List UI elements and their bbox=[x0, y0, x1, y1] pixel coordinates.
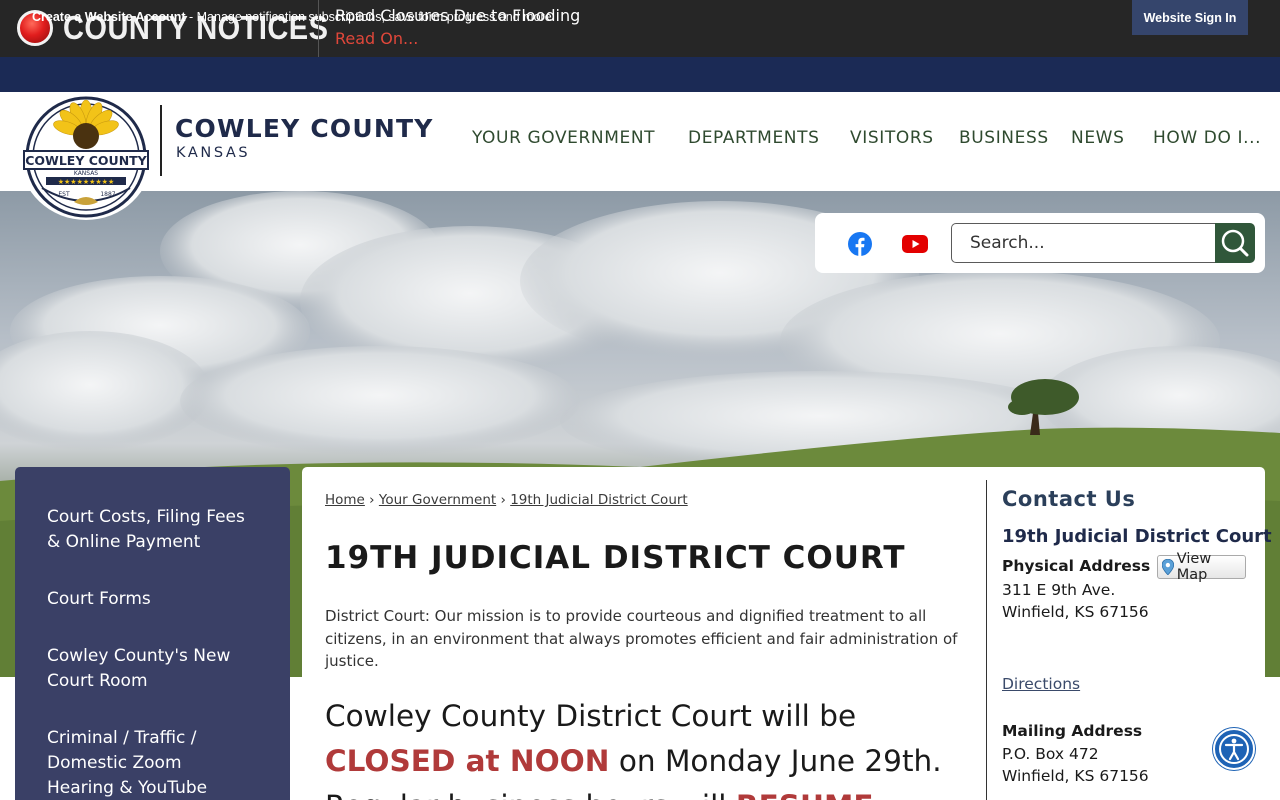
svg-text:★★★★★★★★★: ★★★★★★★★★ bbox=[58, 178, 114, 186]
physical-address-line2: Winfield, KS 67156 bbox=[1002, 603, 1149, 621]
sidebar-item-zoom-hearing[interactable]: Criminal / Traffic / Domestic Zoom Heari… bbox=[47, 726, 222, 800]
seal-state-text: KANSAS bbox=[74, 170, 98, 177]
nav-how-do-i[interactable]: HOW DO I... bbox=[1153, 128, 1261, 148]
breadcrumb-home[interactable]: Home bbox=[325, 492, 365, 508]
breadcrumb-separator: › bbox=[500, 492, 506, 508]
view-map-button[interactable]: View Map bbox=[1157, 551, 1246, 583]
logo-divider bbox=[160, 105, 162, 176]
nav-visitors[interactable]: VISITORS bbox=[850, 128, 934, 148]
physical-address-label: Physical Address bbox=[1002, 557, 1151, 575]
mailing-address-line1: P.O. Box 472 bbox=[1002, 745, 1099, 763]
announcement-line2: on Monday June 29th. bbox=[609, 744, 942, 778]
brand-subtitle: KANSAS bbox=[176, 145, 251, 161]
physical-address-line1: 311 E 9th Ave. bbox=[1002, 581, 1116, 599]
mailing-address-label: Mailing Address bbox=[1002, 722, 1143, 740]
youtube-icon[interactable] bbox=[902, 235, 928, 253]
website-sign-in-button[interactable]: Website Sign In bbox=[1132, 0, 1248, 35]
announcement-resume-highlight: RESUME bbox=[736, 789, 874, 800]
contact-us-heading: Contact Us bbox=[1002, 487, 1136, 511]
account-bar bbox=[0, 57, 1280, 92]
breadcrumb: Home › Your Government › 19th Judicial D… bbox=[325, 492, 688, 508]
search-button[interactable] bbox=[1215, 223, 1255, 263]
facebook-icon[interactable] bbox=[848, 232, 872, 256]
page-title: 19TH JUDICIAL DISTRICT COURT bbox=[325, 540, 906, 576]
nav-your-government[interactable]: YOUR GOVERNMENT bbox=[472, 128, 655, 148]
sidebar-item-court-costs[interactable]: Court Costs, Filing Fees & Online Paymen… bbox=[47, 505, 262, 555]
nav-business[interactable]: BUSINESS bbox=[959, 128, 1049, 148]
county-seal-logo[interactable]: COWLEY COUNTY KANSAS ★★★★★★★★★ EST 1887 bbox=[20, 94, 152, 220]
accessibility-button[interactable] bbox=[1213, 728, 1255, 770]
brand-name[interactable]: COWLEY COUNTY bbox=[175, 114, 434, 143]
create-account-link[interactable]: Create a Website Account bbox=[32, 10, 186, 24]
account-bar-description: - Manage notification subscriptions, sav… bbox=[185, 10, 556, 24]
column-divider bbox=[986, 480, 987, 800]
breadcrumb-your-government[interactable]: Your Government bbox=[379, 492, 496, 508]
sidebar-item-court-forms[interactable]: Court Forms bbox=[47, 587, 262, 612]
search-input[interactable] bbox=[951, 223, 1217, 263]
closure-announcement: Cowley County District Court will be CLO… bbox=[325, 694, 975, 800]
seal-year-text: 1887 bbox=[100, 191, 115, 198]
map-pin-icon bbox=[1162, 559, 1174, 575]
breadcrumb-separator: › bbox=[369, 492, 375, 508]
search-icon bbox=[1221, 229, 1249, 257]
mailing-address-line2: Winfield, KS 67156 bbox=[1002, 767, 1149, 785]
mission-statement: District Court: Our mission is to provid… bbox=[325, 607, 958, 670]
sidebar-item-new-court-room[interactable]: Cowley County's New Court Room bbox=[47, 644, 247, 694]
nav-departments[interactable]: DEPARTMENTS bbox=[688, 128, 820, 148]
seal-county-text: COWLEY COUNTY bbox=[25, 153, 147, 168]
notice-divider bbox=[318, 0, 319, 57]
announcement-closed-highlight: CLOSED at NOON bbox=[325, 744, 610, 778]
breadcrumb-current-page[interactable]: 19th Judicial District Court bbox=[510, 492, 688, 508]
contact-department-name: 19th Judicial District Court bbox=[1002, 526, 1272, 547]
announcement-line1: Cowley County District Court will be bbox=[325, 699, 857, 733]
view-map-label: View Map bbox=[1176, 551, 1212, 583]
account-bar-text: Create a Website Account - Manage notifi… bbox=[32, 10, 555, 24]
directions-link[interactable]: Directions bbox=[1002, 675, 1080, 693]
read-on-link[interactable]: Read On... bbox=[335, 29, 418, 48]
accessibility-icon bbox=[1219, 734, 1249, 764]
announcement-line3: Regular business hours will bbox=[325, 789, 736, 800]
nav-news[interactable]: NEWS bbox=[1071, 128, 1124, 148]
seal-est-text: EST bbox=[58, 191, 70, 198]
